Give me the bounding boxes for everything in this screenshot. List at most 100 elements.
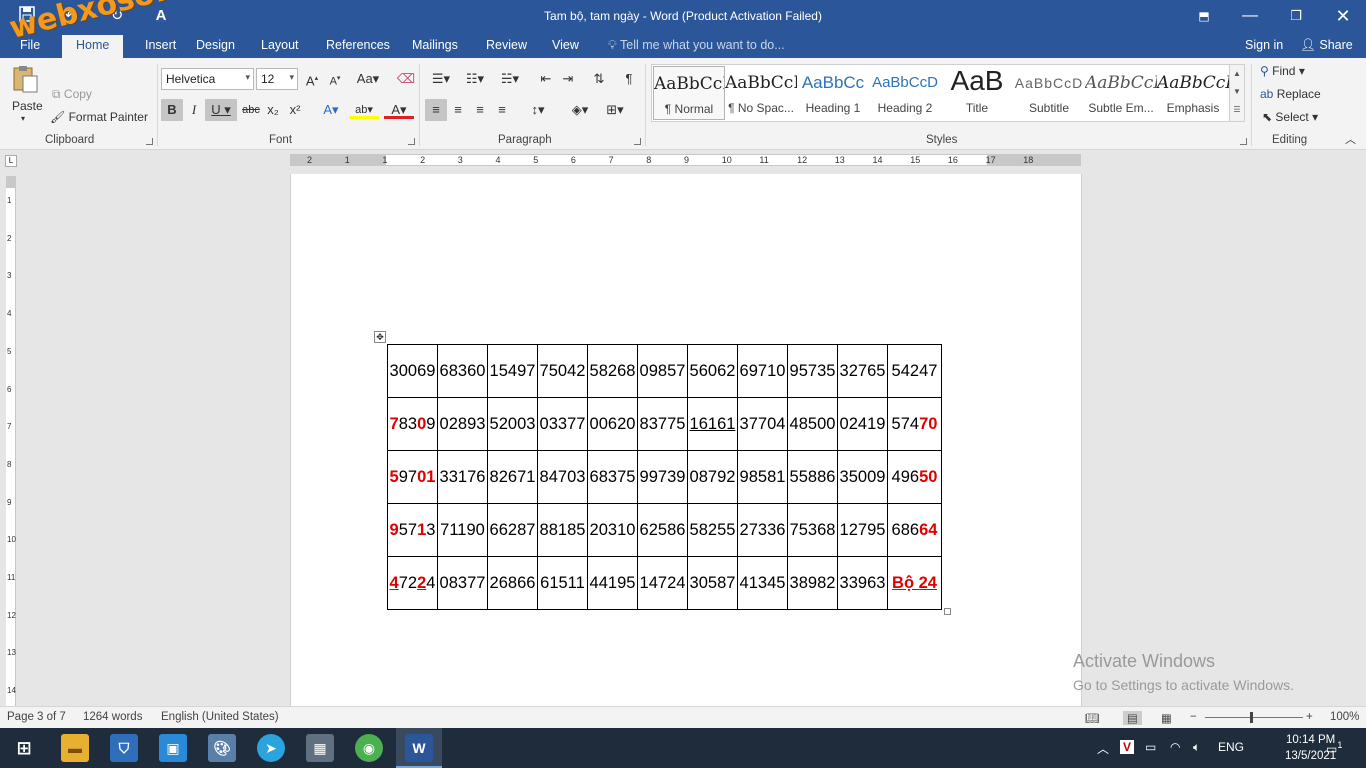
table-cell[interactable]: 59701	[387, 450, 438, 504]
copy-button[interactable]: ⧉ Copy	[52, 87, 92, 102]
clipboard-launcher-icon[interactable]	[146, 138, 153, 145]
paste-button[interactable]: Paste	[12, 99, 43, 113]
style-heading-1[interactable]: AaBbCc Heading 1	[797, 66, 869, 120]
zoom-slider[interactable]	[1205, 717, 1303, 718]
justify-icon[interactable]: ≡	[491, 99, 513, 121]
table-cell[interactable]: 16161	[687, 397, 738, 451]
notification-center-icon[interactable]: ▭1	[1326, 740, 1342, 756]
zoom-in-icon[interactable]: +	[1306, 711, 1313, 723]
table-cell[interactable]: 68360	[437, 344, 488, 398]
change-case-icon[interactable]: Aa▾	[353, 68, 383, 90]
table-cell[interactable]: 48500	[787, 397, 838, 451]
table-cell[interactable]: 41345	[737, 556, 788, 610]
table-cell[interactable]: 78309	[387, 397, 438, 451]
document-page[interactable]: ✥ 30069 68360 15497 75042 58268 09857 56062 697…	[290, 174, 1082, 706]
style-no-spacing[interactable]: AaBbCcI ¶ No Spac...	[725, 66, 797, 120]
font-launcher-icon[interactable]	[408, 138, 415, 145]
table-cell[interactable]: 02419	[837, 397, 888, 451]
superscript-button[interactable]: x²	[284, 99, 306, 121]
highlight-icon[interactable]: ab▾	[349, 99, 379, 119]
table-cell[interactable]: 14724	[637, 556, 688, 610]
format-painter-button[interactable]: 🖌︎ Format Painter	[50, 110, 148, 124]
volume-icon[interactable]: 🔈︎	[1193, 740, 1200, 755]
language-status[interactable]: English (United States)	[161, 711, 279, 723]
clear-formatting-icon[interactable]: ⌫	[395, 68, 417, 90]
table-cell[interactable]: Bộ 24	[887, 556, 942, 610]
tab-references[interactable]: References	[326, 38, 390, 52]
table-cell[interactable]: 32765	[837, 344, 888, 398]
battery-icon[interactable]: ▭	[1145, 740, 1156, 754]
number-table[interactable]: 30069 68360 15497 75042 58268 09857 56062 69710…	[387, 344, 942, 610]
table-cell[interactable]: 08377	[437, 556, 488, 610]
tab-design[interactable]: Design	[196, 38, 235, 52]
telegram-icon[interactable]: ➤	[257, 734, 285, 762]
table-cell[interactable]: 54247	[887, 344, 942, 398]
page-count[interactable]: Page 3 of 7	[7, 711, 66, 723]
table-cell[interactable]: 68375	[587, 450, 638, 504]
paint-icon[interactable]: 🎨︎	[208, 734, 236, 762]
align-left-icon[interactable]: ≡	[425, 99, 447, 121]
table-cell[interactable]: 27336	[737, 503, 788, 557]
table-cell[interactable]: 56062	[687, 344, 738, 398]
paste-dropdown-icon[interactable]: ▾	[21, 114, 25, 123]
table-cell[interactable]: 03377	[537, 397, 588, 451]
style-heading-2[interactable]: AaBbCcD Heading 2	[869, 66, 941, 120]
table-cell[interactable]: 66287	[487, 503, 538, 557]
table-cell[interactable]: 12795	[837, 503, 888, 557]
tab-mailings[interactable]: Mailings	[412, 38, 458, 52]
paste-icon[interactable]	[10, 64, 40, 94]
increase-indent-icon[interactable]: ⇥	[557, 68, 579, 90]
grow-font-icon[interactable]: A▴	[301, 68, 323, 90]
input-language[interactable]: ENG	[1218, 740, 1244, 754]
select-button[interactable]: ⬉ Select ▾	[1262, 110, 1318, 124]
style-title[interactable]: AaB Title	[941, 66, 1013, 120]
tab-layout[interactable]: Layout	[261, 38, 299, 52]
horizontal-ruler[interactable]: 2 1 1 2 3 4 5 6 7 8 9 10 11 12 13 14 15 16 17 18	[290, 154, 1081, 166]
tab-review[interactable]: Review	[486, 38, 527, 52]
paragraph-launcher-icon[interactable]	[634, 138, 641, 145]
table-cell[interactable]: 55886	[787, 450, 838, 504]
styles-launcher-icon[interactable]	[1240, 138, 1247, 145]
table-cell[interactable]: 52003	[487, 397, 538, 451]
sort-icon[interactable]: ⇅	[588, 68, 610, 90]
table-resize-handle[interactable]	[944, 608, 951, 615]
font-size-combo[interactable]: 12 ▾	[256, 68, 298, 90]
table-cell[interactable]: 71190	[437, 503, 488, 557]
table-cell[interactable]: 26866	[487, 556, 538, 610]
read-mode-icon[interactable]: 📖︎	[1085, 711, 1100, 725]
borders-icon[interactable]: ⊞▾	[600, 99, 630, 121]
style-subtle-emphasis[interactable]: AaBbCcI Subtle Em...	[1085, 66, 1157, 120]
table-cell[interactable]: 68664	[887, 503, 942, 557]
find-button[interactable]: ⚲ Find ▾	[1260, 64, 1305, 78]
table-cell[interactable]: 47224	[387, 556, 438, 610]
wifi-icon[interactable]: ◠	[1170, 740, 1180, 754]
subscript-button[interactable]: x₂	[262, 99, 284, 121]
print-layout-icon[interactable]: ▤	[1123, 711, 1142, 725]
table-cell[interactable]: 33963	[837, 556, 888, 610]
table-cell[interactable]: 83775	[637, 397, 688, 451]
style-subtitle[interactable]: AaBbCcD Subtitle	[1013, 66, 1085, 120]
table-cell[interactable]: 44195	[587, 556, 638, 610]
pilcrow-icon[interactable]: ¶	[618, 68, 640, 90]
web-layout-icon[interactable]: ▦	[1161, 711, 1172, 725]
table-cell[interactable]: 82671	[487, 450, 538, 504]
calculator-icon[interactable]: ▦	[306, 734, 334, 762]
table-cell[interactable]: 95713	[387, 503, 438, 557]
table-cell[interactable]: 88185	[537, 503, 588, 557]
table-cell[interactable]: 95735	[787, 344, 838, 398]
font-name-combo[interactable]: Helvetica ▾	[161, 68, 254, 90]
collapse-ribbon-icon[interactable]: ︿	[1345, 131, 1356, 147]
table-cell[interactable]: 98581	[737, 450, 788, 504]
table-cell[interactable]: 57470	[887, 397, 942, 451]
shrink-font-icon[interactable]: A▾	[324, 68, 346, 90]
restore-button[interactable]: ❐	[1273, 0, 1319, 32]
more-styles-icon[interactable]: ☰	[1230, 101, 1244, 119]
table-cell[interactable]: 02893	[437, 397, 488, 451]
chevron-up-icon[interactable]: ▲	[1230, 65, 1244, 83]
control-panel-icon[interactable]: ▣	[159, 734, 187, 762]
table-cell[interactable]: 37704	[737, 397, 788, 451]
table-cell[interactable]: 35009	[837, 450, 888, 504]
align-right-icon[interactable]: ≡	[469, 99, 491, 121]
chevron-down-icon[interactable]: ▼	[1230, 83, 1244, 101]
shading-icon[interactable]: ◈▾	[565, 99, 595, 121]
